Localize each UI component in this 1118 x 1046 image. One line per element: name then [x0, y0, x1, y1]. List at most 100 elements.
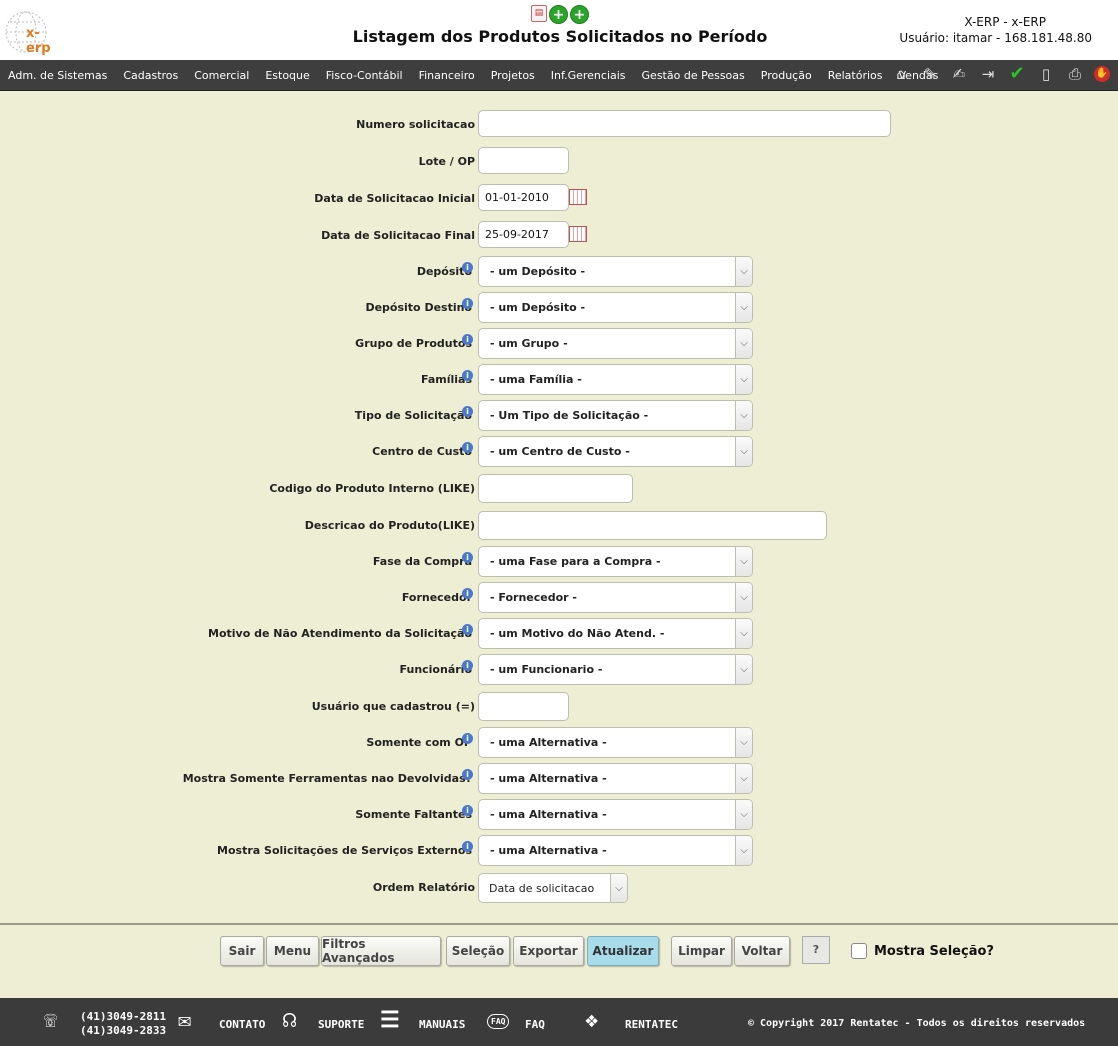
- info-icon[interactable]: i: [462, 442, 473, 453]
- x-erp-logo[interactable]: x-erp: [4, 6, 62, 56]
- menu-relatorios[interactable]: Relatórios: [820, 69, 891, 82]
- info-icon[interactable]: i: [462, 262, 473, 273]
- rentatec-logo-icon: ❖: [585, 1008, 599, 1033]
- exportar-button[interactable]: Exportar: [513, 936, 584, 966]
- somente-faltantes-select[interactable]: - uma Alternativa - ⌵: [478, 799, 753, 830]
- info-icon[interactable]: i: [462, 406, 473, 417]
- check-icon[interactable]: ✔: [1007, 64, 1027, 84]
- footer: ☏ (41)3049-2811 (41)3049-2833 ✉ CONTATO …: [0, 998, 1118, 1046]
- print-icon[interactable]: ⎙: [1065, 64, 1085, 84]
- menu-fisco-contabil[interactable]: Fisco-Contábil: [318, 69, 411, 82]
- filtros-avancados-button[interactable]: Filtros Avançados: [321, 936, 441, 966]
- descricao-produto-input[interactable]: [478, 511, 827, 540]
- top-actions: ▤ + +: [531, 5, 589, 24]
- menu-comercial[interactable]: Comercial: [186, 69, 257, 82]
- usuario-cadastrou-label: Usuário que cadastrou (=): [311, 700, 475, 713]
- mostra-selecao-checkbox[interactable]: [851, 943, 867, 959]
- menu-adm-sistemas[interactable]: Adm. de Sistemas: [0, 69, 115, 82]
- numero-solicitacao-label: Numero solicitacao: [356, 118, 475, 131]
- ferramentas-nao-devolvidas-select[interactable]: - uma Alternativa - ⌵: [478, 763, 753, 794]
- phone-icon: ☏: [44, 1008, 58, 1033]
- voltar-button[interactable]: Voltar: [734, 936, 790, 966]
- calendar-icon[interactable]: [569, 226, 587, 242]
- data-final-input[interactable]: [478, 221, 569, 248]
- menu-producao[interactable]: Produção: [753, 69, 820, 82]
- document-edit-icon[interactable]: ✍: [949, 64, 969, 84]
- limpar-button[interactable]: Limpar: [671, 936, 732, 966]
- info-icon[interactable]: i: [462, 334, 473, 345]
- fase-compra-select[interactable]: - uma Fase para a Compra - ⌵: [478, 546, 753, 577]
- fornecedor-select[interactable]: - Fornecedor - ⌵: [478, 582, 753, 613]
- menu-gestao-pessoas[interactable]: Gestão de Pessoas: [634, 69, 753, 82]
- info-icon[interactable]: i: [462, 624, 473, 635]
- page-icon[interactable]: ▯: [1036, 64, 1056, 84]
- sair-button[interactable]: Sair: [220, 936, 264, 966]
- rentatec-link[interactable]: RENTATEC: [625, 1018, 678, 1031]
- info-icon[interactable]: i: [462, 370, 473, 381]
- fase-compra-label: Fase da Compra: [372, 555, 472, 568]
- atualizar-button[interactable]: Atualizar: [587, 936, 659, 966]
- chevron-down-icon: ⌵: [735, 257, 752, 286]
- menu-inf-gerenciais[interactable]: Inf.Gerenciais: [543, 69, 634, 82]
- calendar-icon[interactable]: [569, 189, 587, 205]
- chevron-down-icon: ⌵: [735, 401, 752, 430]
- chevron-down-icon: ⌵: [735, 836, 752, 865]
- tipo-solicitacao-select[interactable]: - Um Tipo de Solicitação - ⌵: [478, 400, 753, 431]
- deposito-select[interactable]: - um Depósito - ⌵: [478, 256, 753, 287]
- exit-icon[interactable]: ⇥: [978, 64, 998, 84]
- books-icon: ☰: [380, 1008, 400, 1033]
- faq-link[interactable]: FAQ: [525, 1018, 545, 1031]
- manuais-link[interactable]: MANUAIS: [419, 1018, 465, 1031]
- suporte-link[interactable]: SUPORTE: [318, 1018, 364, 1031]
- tipo-solicitacao-label: Tipo de Solicitação: [354, 409, 472, 422]
- add-icon[interactable]: +: [570, 5, 589, 24]
- stop-icon[interactable]: ✋: [1094, 66, 1110, 82]
- data-inicial-input[interactable]: [478, 184, 569, 211]
- codigo-produto-input[interactable]: [478, 474, 633, 503]
- somente-com-op-label: Somente com OP: [366, 736, 472, 749]
- help-button[interactable]: ?: [802, 936, 830, 964]
- add-icon[interactable]: +: [549, 5, 568, 24]
- numero-solicitacao-input[interactable]: [478, 110, 891, 137]
- info-icon[interactable]: i: [462, 841, 473, 852]
- centro-custo-select[interactable]: - um Centro de Custo - ⌵: [478, 436, 753, 467]
- info-icon[interactable]: i: [462, 660, 473, 671]
- data-final-label: Data de Solicitacao Final: [321, 229, 475, 242]
- motivo-nao-atendimento-select[interactable]: - um Motivo do Não Atend. - ⌵: [478, 618, 753, 649]
- lote-op-input[interactable]: [478, 147, 569, 174]
- pdf-icon[interactable]: ▤: [531, 5, 547, 22]
- mostra-selecao-label: Mostra Seleção?: [874, 944, 994, 959]
- ordem-relatorio-select[interactable]: Data de solicitacao ⌵: [478, 873, 628, 903]
- servicos-externos-label: Mostra Solicitações de Serviços Externos: [217, 844, 472, 857]
- somente-com-op-select[interactable]: - uma Alternativa - ⌵: [478, 727, 753, 758]
- menu-button[interactable]: Menu: [266, 936, 319, 966]
- info-icon[interactable]: i: [462, 769, 473, 780]
- contato-link[interactable]: CONTATO: [219, 1018, 265, 1031]
- data-inicial-label: Data de Solicitacao Inicial: [314, 192, 475, 205]
- edit-icon[interactable]: ✎: [920, 64, 940, 84]
- chevron-down-icon: ⌵: [735, 547, 752, 576]
- headset-icon: ☊: [283, 1008, 297, 1033]
- menu-projetos[interactable]: Projetos: [483, 69, 543, 82]
- info-icon[interactable]: i: [462, 805, 473, 816]
- familias-select[interactable]: - uma Família - ⌵: [478, 364, 753, 395]
- grupo-produtos-select[interactable]: - um Grupo - ⌵: [478, 328, 753, 359]
- page-title: Listagem dos Produtos Solicitados no Per…: [352, 27, 768, 46]
- centro-custo-label: Centro de Custo: [372, 445, 472, 458]
- usuario-cadastrou-input[interactable]: [478, 692, 569, 721]
- info-icon[interactable]: i: [462, 588, 473, 599]
- selecao-button[interactable]: Seleção: [446, 936, 510, 966]
- menu-financeiro[interactable]: Financeiro: [411, 69, 483, 82]
- info-icon[interactable]: i: [462, 733, 473, 744]
- deposito-destino-select[interactable]: - um Depósito - ⌵: [478, 292, 753, 323]
- home-icon[interactable]: ⌂: [891, 64, 911, 84]
- info-icon[interactable]: i: [462, 298, 473, 309]
- funcionario-select[interactable]: - um Funcionario - ⌵: [478, 654, 753, 685]
- menu-estoque[interactable]: Estoque: [257, 69, 317, 82]
- info-icon[interactable]: i: [462, 552, 473, 563]
- phone-1: (41)3049-2811: [80, 1010, 167, 1023]
- menu-cadastros[interactable]: Cadastros: [115, 69, 186, 82]
- chevron-down-icon: ⌵: [735, 583, 752, 612]
- user-info: Usuário: itamar - 168.181.48.80: [899, 31, 1092, 45]
- servicos-externos-select[interactable]: - uma Alternativa - ⌵: [478, 835, 753, 866]
